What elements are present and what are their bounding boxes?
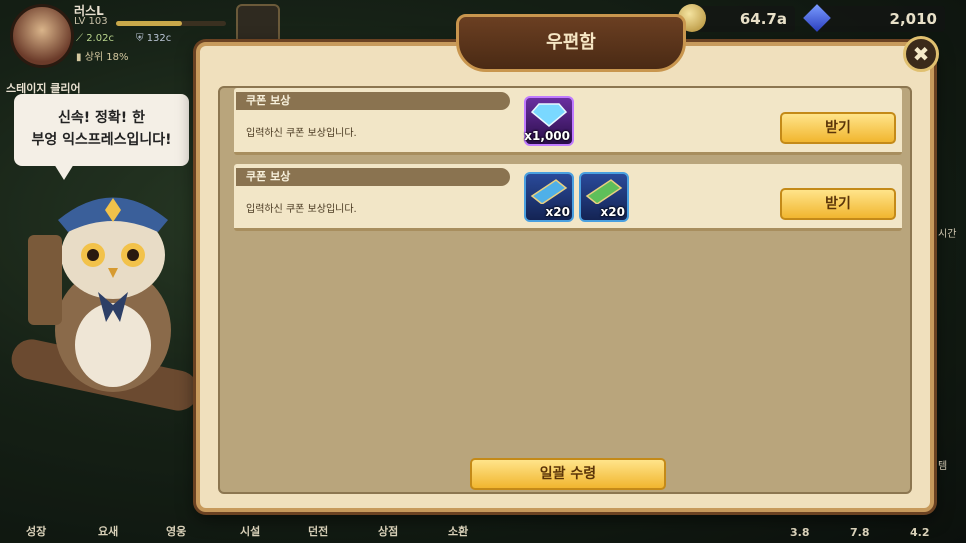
mail-description: 입력하신 쿠폰 보상입니다. (246, 128, 357, 139)
close-button[interactable]: ✖ (903, 36, 939, 72)
nav-growth[interactable]: 성장 (26, 523, 46, 539)
reward-count: x20 (545, 205, 570, 219)
attack-value: 2.02c (86, 33, 114, 44)
nav-fortress[interactable]: 요새 (98, 523, 118, 539)
mail-item: 쿠폰 보상 입력하신 쿠폰 보상입니다. x1,000 받기 (234, 88, 902, 155)
ticket-blue-icon (530, 179, 568, 205)
speech-bubble: 신속! 정확! 한 부엉 익스프레스입니다! (14, 94, 189, 180)
claim-button[interactable]: 받기 (780, 188, 896, 220)
ticket-green-icon (585, 179, 623, 205)
diamond-icon (530, 103, 568, 127)
mail-tag: 쿠폰 보상 (236, 92, 510, 110)
reward-diamond[interactable]: x1,000 (524, 96, 574, 146)
mail-tag: 쿠폰 보상 (236, 168, 510, 186)
nav-hero[interactable]: 영웅 (166, 523, 186, 539)
side-text: 템 (938, 461, 948, 472)
settings-icon[interactable] (236, 4, 280, 46)
gem-counter[interactable]: 2,010 (803, 4, 945, 32)
gold-counter[interactable]: 64.7a (678, 4, 795, 32)
speech-line-2: 부엉 익스프레스입니다! (31, 132, 172, 148)
reward-count: x20 (600, 205, 625, 219)
defense-value: 132c (146, 33, 172, 44)
rank-stat: ▮ 상위 18% (76, 52, 129, 63)
stat-value: 7.8 (850, 526, 870, 539)
stat-value: 4.2 (910, 526, 930, 539)
mail-description: 입력하신 쿠폰 보상입니다. (246, 204, 357, 215)
reward-count: x1,000 (524, 129, 570, 143)
nav-dungeon[interactable]: 던전 (308, 523, 328, 539)
claim-button[interactable]: 받기 (780, 112, 896, 144)
claim-all-button[interactable]: 일괄 수령 (470, 458, 666, 490)
mail-item: 쿠폰 보상 입력하신 쿠폰 보상입니다. x20 x20 받기 (234, 164, 902, 231)
speech-line-1: 신속! 정확! 한 (58, 110, 145, 126)
gold-value: 64.7a (739, 10, 787, 28)
player-level: LV 103 (74, 16, 108, 27)
rank-value: 상위 18% (84, 52, 129, 63)
nav-summon[interactable]: 소환 (448, 523, 468, 539)
mailbox-title: 우편함 (546, 32, 596, 53)
defense-stat: ⛨ 132c (136, 33, 172, 44)
nav-facility[interactable]: 시설 (240, 523, 260, 539)
gem-value: 2,010 (889, 10, 937, 28)
attack-stat: ⟋ 2.02c (76, 33, 114, 44)
stat-value: 3.8 (790, 526, 810, 539)
exp-bar (116, 21, 226, 26)
reward-ticket-green[interactable]: x20 (579, 172, 629, 222)
owl-courier-icon (28, 197, 171, 392)
reward-ticket-blue[interactable]: x20 (524, 172, 574, 222)
bottom-nav: 성장 요새 영웅 시설 던전 상점 소환 3.8 7.8 4.2 (0, 521, 966, 543)
side-text: 시간 (938, 229, 957, 240)
nav-shop[interactable]: 상점 (378, 523, 398, 539)
avatar[interactable] (10, 4, 74, 68)
mailbox-title-banner: 우편함 (456, 14, 686, 72)
